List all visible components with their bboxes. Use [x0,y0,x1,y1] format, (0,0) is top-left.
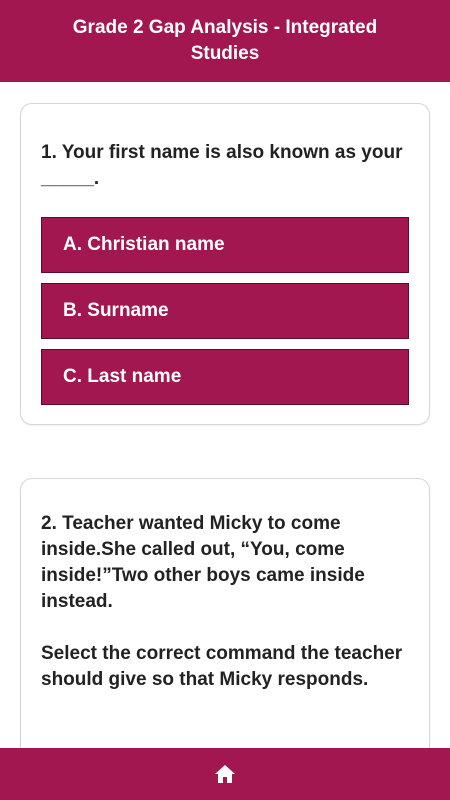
answer-option-a[interactable]: A. Christian name [41,217,409,273]
home-icon [215,765,235,783]
question-text: 1. Your first name is also known as your… [41,142,403,189]
bottom-bar [0,748,450,800]
question-card: 2. Teacher wanted Micky to come inside.S… [20,478,430,748]
answer-option-c[interactable]: C. Last name [41,349,409,405]
home-button[interactable] [207,756,243,792]
app-header: Grade 2 Gap Analysis - Integrated Studie… [0,0,450,82]
question-paragraph: 2. Teacher wanted Micky to come inside.S… [41,513,365,612]
answer-option-b[interactable]: B. Surname [41,283,409,339]
answer-option-label: C. Last name [63,366,182,387]
question-text: 2. Teacher wanted Micky to come inside.S… [41,511,411,693]
question-list[interactable]: 1. Your first name is also known as your… [0,82,450,748]
answer-option-label: A. Christian name [63,234,225,255]
answer-option-label: B. Surname [63,300,169,321]
question-paragraph: Select the correct command the teacher s… [41,643,403,690]
question-card: 1. Your first name is also known as your… [20,103,430,425]
page-title: Grade 2 Gap Analysis - Integrated Studie… [72,17,378,64]
